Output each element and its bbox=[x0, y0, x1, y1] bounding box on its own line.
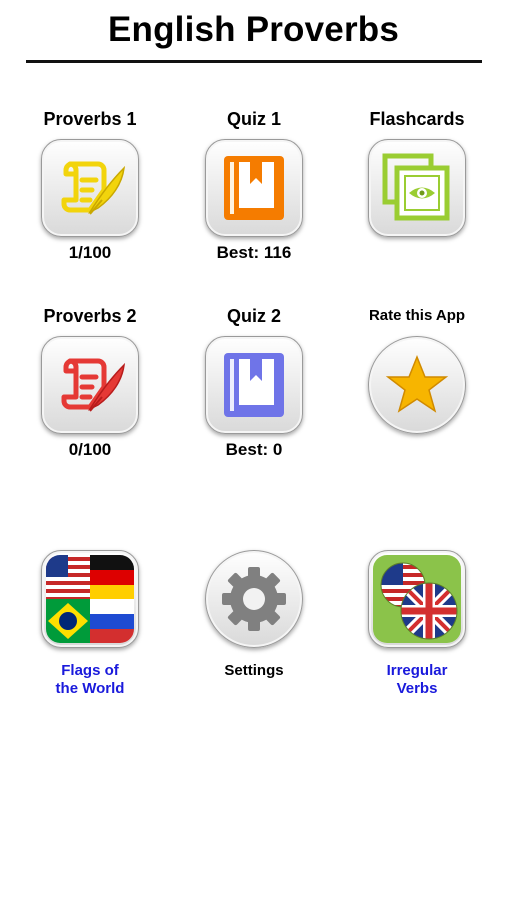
proverbs2-progress: 0/100 bbox=[68, 440, 112, 459]
quiz2-label: Quiz 2 bbox=[226, 306, 281, 326]
quiz1-best-score: Best: 116 bbox=[216, 243, 292, 262]
irregular-verbs-link-line1[interactable]: Irregular bbox=[342, 662, 492, 680]
flashcards-item: Flashcards bbox=[342, 108, 492, 237]
rate-button[interactable] bbox=[368, 336, 466, 434]
flags-link-line2[interactable]: the World bbox=[15, 680, 165, 698]
irregular-verbs-link-line2[interactable]: Verbs bbox=[342, 680, 492, 698]
quiz1-label: Quiz 1 bbox=[226, 109, 281, 129]
scroll-quill-icon bbox=[61, 161, 126, 215]
settings-item: Settings bbox=[179, 550, 329, 680]
quiz2-item: Quiz 2 Best: 0 bbox=[179, 305, 329, 460]
proverbs2-label: Proverbs 2 bbox=[43, 306, 137, 326]
quiz2-button[interactable] bbox=[205, 336, 303, 434]
flashcards-button[interactable] bbox=[368, 139, 466, 237]
title-divider bbox=[26, 60, 482, 63]
proverbs1-item: Proverbs 1 1/100 bbox=[15, 108, 165, 263]
flags-button[interactable] bbox=[41, 550, 139, 648]
flags-link-line1[interactable]: Flags of bbox=[15, 662, 165, 680]
book-icon bbox=[224, 156, 284, 220]
uk-us-flags-icon bbox=[373, 555, 461, 643]
irregular-verbs-button[interactable] bbox=[368, 550, 466, 648]
cards-eye-icon bbox=[382, 153, 450, 221]
proverbs2-button[interactable] bbox=[41, 336, 139, 434]
book-icon bbox=[224, 353, 284, 417]
proverbs2-item: Proverbs 2 0/100 bbox=[15, 305, 165, 460]
rate-item: Rate this App bbox=[342, 305, 492, 434]
gear-icon bbox=[222, 567, 286, 631]
settings-button[interactable] bbox=[205, 550, 303, 648]
scroll-quill-icon bbox=[61, 358, 126, 412]
quiz1-button[interactable] bbox=[205, 139, 303, 237]
quiz2-best-score: Best: 0 bbox=[225, 440, 283, 459]
flags-icon bbox=[46, 555, 134, 643]
proverbs1-label: Proverbs 1 bbox=[43, 109, 137, 129]
star-icon bbox=[385, 354, 449, 413]
flags-item: Flags of the World bbox=[15, 550, 165, 698]
settings-label: Settings bbox=[224, 662, 284, 679]
proverbs1-progress: 1/100 bbox=[68, 243, 112, 262]
flashcards-label: Flashcards bbox=[369, 109, 465, 129]
quiz1-item: Quiz 1 Best: 116 bbox=[179, 108, 329, 263]
app-title: English Proverbs bbox=[107, 10, 400, 49]
irregular-verbs-item: Irregular Verbs bbox=[342, 550, 492, 698]
proverbs1-button[interactable] bbox=[41, 139, 139, 237]
rate-label: Rate this App bbox=[368, 307, 466, 324]
